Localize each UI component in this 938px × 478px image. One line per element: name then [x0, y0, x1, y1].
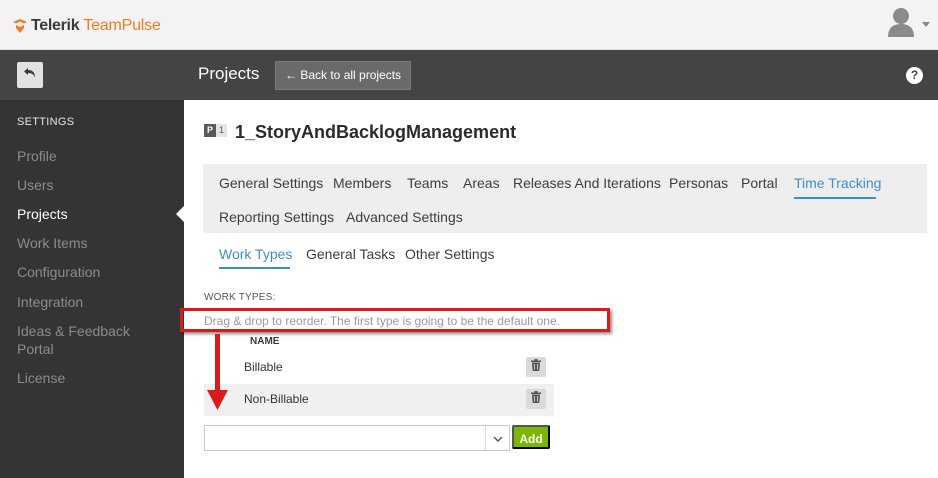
- project-badge-letter: P: [204, 124, 216, 137]
- project-badge-number: 1: [216, 124, 227, 137]
- chevron-down-icon: [493, 429, 503, 447]
- active-item-pointer: [176, 206, 184, 222]
- page-title: Projects: [198, 64, 260, 83]
- app-header: Telerik TeamPulse: [0, 0, 938, 50]
- trash-icon: [531, 390, 541, 408]
- delete-button[interactable]: [526, 389, 546, 409]
- name-column-header: NAME: [250, 336, 280, 347]
- undo-arrow-icon: [23, 66, 37, 84]
- list-item[interactable]: Non-Billable: [204, 384, 554, 416]
- delete-button[interactable]: [526, 357, 546, 377]
- sidebar-heading: SETTINGS: [17, 116, 75, 128]
- settings-tabs: General Settings Members Teams Areas Rel…: [203, 164, 927, 233]
- chevron-down-icon: [922, 22, 930, 27]
- telerik-logo-icon: [12, 18, 28, 34]
- tab-reporting-settings[interactable]: Reporting Settings: [219, 208, 334, 226]
- select-toggle[interactable]: [485, 426, 509, 450]
- subtab-other-settings[interactable]: Other Settings: [405, 245, 495, 263]
- back-button[interactable]: [17, 62, 43, 88]
- list-item[interactable]: Billable: [204, 352, 554, 384]
- telerik-logo[interactable]: Telerik TeamPulse: [12, 15, 161, 37]
- tab-releases-and-iterations[interactable]: Releases And Iterations: [513, 174, 661, 192]
- back-to-all-projects-button[interactable]: ← Back to all projects: [275, 61, 412, 90]
- subtab-work-types[interactable]: Work Types: [219, 245, 292, 263]
- help-icon[interactable]: ?: [906, 67, 923, 84]
- active-tab-underline: [794, 197, 876, 199]
- brand-name: Telerik: [31, 17, 80, 34]
- user-menu[interactable]: [886, 6, 930, 43]
- user-avatar-icon: [886, 6, 916, 43]
- settings-sidebar: SETTINGS Profile Users Projects Work Ite…: [0, 100, 184, 478]
- tab-teams[interactable]: Teams: [407, 174, 448, 192]
- tab-members[interactable]: Members: [333, 174, 391, 192]
- sidebar-item-integration[interactable]: Integration: [17, 293, 83, 311]
- tab-portal[interactable]: Portal: [741, 174, 778, 192]
- work-type-name: Non-Billable: [244, 392, 309, 406]
- tab-time-tracking[interactable]: Time Tracking: [794, 174, 881, 192]
- red-down-arrow-icon: [207, 334, 228, 410]
- title-bar: Projects ← Back to all projects ?: [0, 50, 938, 100]
- trash-icon: [531, 358, 541, 376]
- tab-personas[interactable]: Personas: [669, 174, 728, 192]
- project-name: 1_StoryAndBacklogManagement: [235, 122, 517, 142]
- tab-areas[interactable]: Areas: [463, 174, 500, 192]
- product-name: TeamPulse: [83, 17, 161, 34]
- work-types-label: WORK TYPES:: [204, 292, 276, 303]
- tab-advanced-settings[interactable]: Advanced Settings: [346, 208, 463, 226]
- sidebar-item-projects[interactable]: Projects: [17, 205, 68, 223]
- work-type-select[interactable]: [204, 425, 510, 451]
- main-content: P 1 1_StoryAndBacklogManagement General …: [180, 100, 938, 478]
- sidebar-item-ideas-feedback-portal[interactable]: Ideas & Feedback Portal: [17, 322, 130, 358]
- tab-general-settings[interactable]: General Settings: [219, 174, 323, 192]
- work-type-name: Billable: [244, 360, 283, 374]
- sidebar-item-users[interactable]: Users: [17, 176, 54, 194]
- hint-highlight-box: [180, 308, 610, 332]
- sidebar-item-profile[interactable]: Profile: [17, 147, 57, 165]
- project-badge: P 1: [204, 124, 227, 137]
- add-button[interactable]: Add: [512, 425, 550, 449]
- subtab-general-tasks[interactable]: General Tasks: [306, 245, 395, 263]
- sidebar-item-license[interactable]: License: [17, 369, 65, 387]
- sidebar-item-work-items[interactable]: Work Items: [17, 234, 88, 252]
- active-subtab-underline: [219, 267, 290, 269]
- sidebar-item-configuration[interactable]: Configuration: [17, 263, 100, 281]
